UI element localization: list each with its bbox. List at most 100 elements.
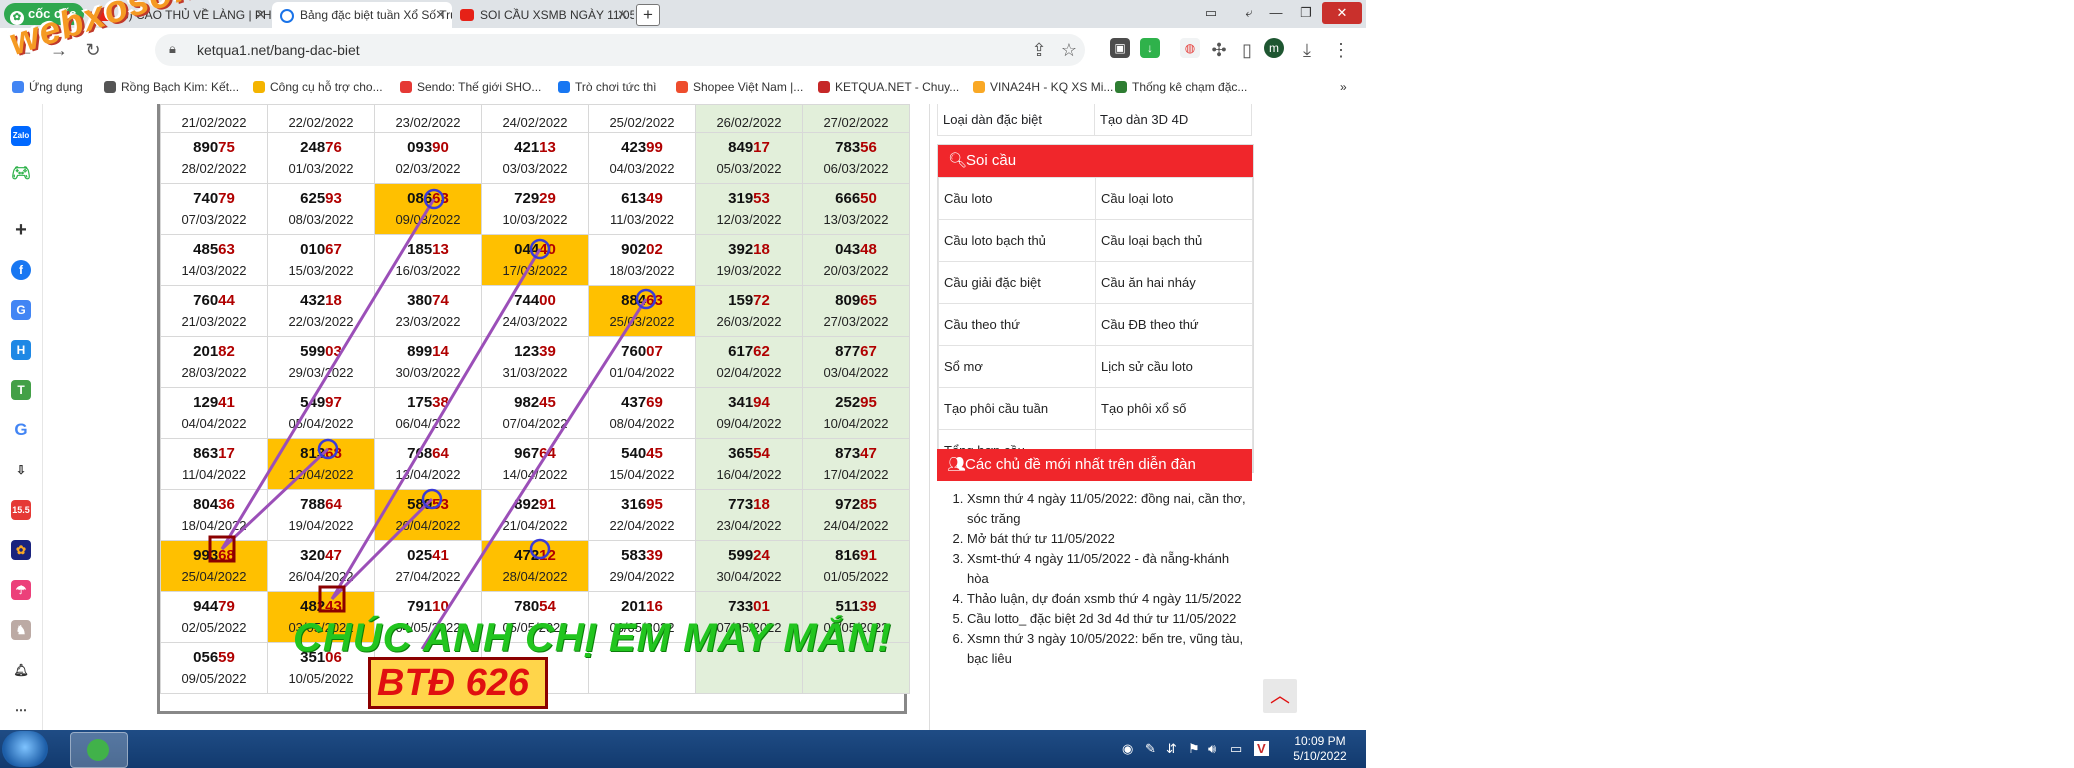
result-date[interactable]: 09/05/2022 bbox=[161, 670, 267, 688]
close-window-button[interactable]: ✕ bbox=[1322, 2, 1362, 24]
result-date[interactable]: 08/03/2022 bbox=[268, 211, 374, 229]
share-icon[interactable]: ⇪ bbox=[1028, 39, 1050, 61]
url-text[interactable]: ketqua1.net/bang-dac-biet bbox=[197, 42, 360, 58]
soi-cau-link[interactable]: Tạo phôi xổ số bbox=[1095, 387, 1253, 430]
download-side-icon[interactable]: ⇩ bbox=[11, 460, 31, 480]
soi-cau-link[interactable]: Cầu ăn hai nháy bbox=[1095, 261, 1253, 304]
result-date[interactable]: 11/03/2022 bbox=[589, 211, 695, 229]
link-loai-dan-dac-biet[interactable]: Loại dàn đặc biệt bbox=[936, 104, 1096, 136]
tray-icon-2[interactable]: ⇵ bbox=[1166, 741, 1177, 757]
tab-bang-dac-biet[interactable]: Bảng đặc biệt tuần Xổ Số Tru ✕ bbox=[272, 2, 452, 28]
game-icon[interactable]: ♞ bbox=[11, 620, 31, 640]
result-date[interactable]: 02/05/2022 bbox=[161, 619, 267, 637]
sale-icon[interactable]: 15.5 bbox=[11, 500, 31, 520]
volume-icon[interactable]: 🔊︎ bbox=[1208, 741, 1216, 757]
bookmark-item[interactable]: Trò chơi tức thì bbox=[558, 80, 656, 94]
result-date[interactable]: 17/04/2022 bbox=[803, 466, 909, 484]
result-date[interactable]: 28/03/2022 bbox=[161, 364, 267, 382]
forum-topic-link[interactable]: Cầu lotto_ đặc biệt 2d 3d 4d thứ tư 11/0… bbox=[967, 609, 1252, 629]
more-side-icon[interactable]: ⋯ bbox=[11, 700, 31, 720]
forum-topic-link[interactable]: Xsmt-thứ 4 ngày 11/05/2022 - đà nẵng-khá… bbox=[967, 549, 1252, 589]
translate-icon[interactable]: G bbox=[11, 300, 31, 320]
soi-cau-link[interactable]: Cầu theo thứ bbox=[937, 303, 1097, 346]
sidebar-icon[interactable]: ▯ bbox=[1236, 39, 1258, 61]
result-date[interactable]: 30/03/2022 bbox=[375, 364, 481, 382]
result-date[interactable]: 13/04/2022 bbox=[375, 466, 481, 484]
result-date[interactable]: 22/02/2022 bbox=[268, 114, 374, 132]
result-date[interactable]: 21/02/2022 bbox=[161, 114, 267, 132]
start-button[interactable] bbox=[2, 731, 48, 767]
forum-topic-link[interactable]: Thảo luận, dự đoán xsmb thứ 4 ngày 11/5/… bbox=[967, 589, 1252, 609]
result-date[interactable]: 24/04/2022 bbox=[803, 517, 909, 535]
result-date[interactable]: 08/04/2022 bbox=[589, 415, 695, 433]
result-date[interactable]: 26/02/2022 bbox=[696, 114, 802, 132]
result-date[interactable]: 04/04/2022 bbox=[161, 415, 267, 433]
tab-search-icon[interactable]: ▭ bbox=[1200, 2, 1222, 24]
umbrella-icon[interactable]: ☂ bbox=[11, 580, 31, 600]
close-tab-icon[interactable]: ✕ bbox=[255, 2, 266, 28]
scroll-to-top-button[interactable]: ︿ bbox=[1263, 679, 1297, 713]
result-date[interactable]: 22/03/2022 bbox=[268, 313, 374, 331]
result-date[interactable]: 06/03/2022 bbox=[803, 160, 909, 178]
result-date[interactable]: 01/05/2022 bbox=[803, 568, 909, 586]
result-date[interactable]: 22/04/2022 bbox=[589, 517, 695, 535]
result-date[interactable]: 17/03/2022 bbox=[482, 262, 588, 280]
result-date[interactable]: 07/03/2022 bbox=[161, 211, 267, 229]
coccoc-ext-icon[interactable]: ◍ bbox=[1180, 38, 1200, 58]
download-green-icon[interactable]: ↓ bbox=[1140, 38, 1160, 58]
result-date[interactable]: 04/03/2022 bbox=[589, 160, 695, 178]
add-icon[interactable]: + bbox=[11, 220, 31, 240]
forum-topic-link[interactable]: Mở bát thứ tư 11/05/2022 bbox=[967, 529, 1252, 549]
result-date[interactable]: 19/04/2022 bbox=[268, 517, 374, 535]
soi-cau-link[interactable]: Cầu loto bbox=[937, 177, 1097, 220]
result-date[interactable]: 10/05/2022 bbox=[268, 670, 374, 688]
bell-icon[interactable]: 🔔︎ bbox=[11, 660, 31, 680]
result-date[interactable]: 05/04/2022 bbox=[268, 415, 374, 433]
close-tab-icon[interactable]: ✕ bbox=[435, 2, 446, 28]
bookmark-item[interactable]: Sendo: Thế giới SHO... bbox=[400, 80, 541, 94]
result-date[interactable]: 31/03/2022 bbox=[482, 364, 588, 382]
result-date[interactable]: 23/02/2022 bbox=[375, 114, 481, 132]
result-date[interactable]: 27/04/2022 bbox=[375, 568, 481, 586]
result-date[interactable]: 21/04/2022 bbox=[482, 517, 588, 535]
result-date[interactable]: 26/04/2022 bbox=[268, 568, 374, 586]
taskbar-coccoc-app[interactable] bbox=[70, 732, 128, 768]
minimize-button[interactable]: — bbox=[1262, 2, 1290, 24]
battery-icon[interactable]: ▭ bbox=[1230, 741, 1242, 757]
result-date[interactable]: 23/04/2022 bbox=[696, 517, 802, 535]
star-icon[interactable]: ☆ bbox=[1058, 39, 1080, 61]
result-date[interactable]: 28/02/2022 bbox=[161, 160, 267, 178]
game-controller-icon[interactable]: 🎮︎ bbox=[11, 164, 31, 184]
soi-cau-link[interactable]: Cầu loại bạch thủ bbox=[1095, 219, 1253, 262]
tab-soi-cau-xsmb[interactable]: SOI CẦU XSMB NGÀY 11/05 ✕ bbox=[452, 2, 634, 28]
address-bar[interactable]: 🔒︎ ketqua1.net/bang-dac-biet bbox=[155, 34, 1085, 66]
bookmark-item[interactable]: Ứng dụng bbox=[12, 80, 83, 94]
back-icon[interactable]: ⤶ bbox=[1238, 2, 1260, 24]
result-date[interactable]: 29/04/2022 bbox=[589, 568, 695, 586]
result-date[interactable]: 12/04/2022 bbox=[268, 466, 374, 484]
close-tab-icon[interactable]: ✕ bbox=[617, 2, 628, 28]
more-bookmarks-icon[interactable]: » bbox=[1340, 80, 1347, 94]
extension-icon[interactable]: ▣ bbox=[1110, 38, 1130, 58]
result-date[interactable]: 10/04/2022 bbox=[803, 415, 909, 433]
menu-dots-icon[interactable]: ⋮ bbox=[1330, 39, 1352, 61]
link-tao-dan-3d-4d[interactable]: Tạo dàn 3D 4D bbox=[1094, 104, 1252, 136]
restore-button[interactable]: ❐ bbox=[1292, 2, 1320, 24]
tray-icon[interactable]: ✎ bbox=[1145, 741, 1156, 757]
tray-v-icon[interactable]: V bbox=[1254, 741, 1269, 756]
soi-cau-link[interactable]: Cầu loại loto bbox=[1095, 177, 1253, 220]
result-date[interactable]: 27/02/2022 bbox=[803, 114, 909, 132]
result-date[interactable]: 11/04/2022 bbox=[161, 466, 267, 484]
result-date[interactable]: 20/03/2022 bbox=[803, 262, 909, 280]
soi-cau-link[interactable]: Sổ mơ bbox=[937, 345, 1097, 388]
result-date[interactable]: 01/04/2022 bbox=[589, 364, 695, 382]
result-date[interactable]: 13/03/2022 bbox=[803, 211, 909, 229]
bookmark-item[interactable]: Công cụ hỗ trợ cho... bbox=[253, 80, 383, 94]
new-tab-button[interactable]: + bbox=[636, 4, 660, 26]
forum-topic-link[interactable]: Xsmn thứ 3 ngày 10/05/2022: bến tre, vũn… bbox=[967, 629, 1252, 669]
result-date[interactable]: 20/04/2022 bbox=[375, 517, 481, 535]
result-date[interactable]: 02/03/2022 bbox=[375, 160, 481, 178]
h-app-icon[interactable]: H bbox=[11, 340, 31, 360]
result-date[interactable]: 03/03/2022 bbox=[482, 160, 588, 178]
result-date[interactable]: 16/04/2022 bbox=[696, 466, 802, 484]
